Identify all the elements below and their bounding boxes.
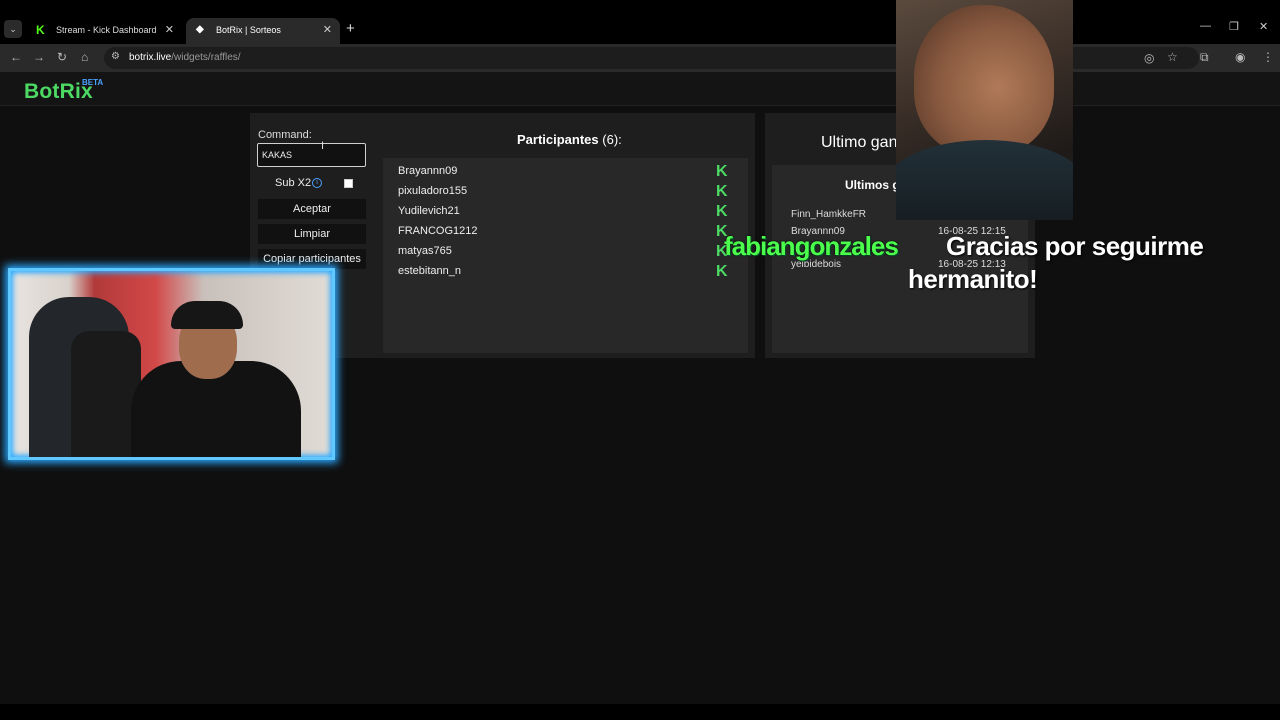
cap-shape (171, 301, 243, 329)
list-item[interactable]: pixuladoro155 K (398, 183, 738, 201)
participant-name: Yudilevich21 (398, 205, 460, 217)
bottom-bar (0, 704, 1280, 720)
command-label: Command: (258, 129, 312, 141)
site-header: BotRix BETA (0, 72, 1280, 106)
url-text: botrix.live/widgets/raffles/ (129, 52, 241, 63)
participant-name: estebitann_n (398, 265, 461, 277)
alert-follower-name: fabiangonzales (724, 231, 899, 261)
list-item[interactable]: estebitann_n K (398, 263, 738, 281)
participant-name: matyas765 (398, 245, 452, 257)
kick-logo-icon: K (716, 263, 728, 280)
webcam-overlay-left (8, 268, 335, 460)
close-tab-icon[interactable]: ✕ (165, 18, 174, 42)
close-window-icon[interactable]: ✕ (1259, 20, 1268, 33)
beta-badge: BETA (82, 78, 104, 87)
browser-toolbar: ← → ↻ ⌂ ⚙ botrix.live/widgets/raffles/ ◎… (0, 44, 1280, 72)
url-host: botrix.live (129, 52, 172, 63)
tab-botrix-sorteos[interactable]: ◆ BotRix | Sorteos ✕ (186, 18, 340, 44)
sub-x2-label: Sub X2 (275, 177, 312, 189)
last-winner-title: Ultimo gan (821, 134, 898, 151)
webcam-overlay-top (896, 0, 1073, 220)
kick-logo-icon: K (716, 183, 728, 200)
list-item[interactable]: Yudilevich21 K (398, 203, 738, 221)
list-item[interactable]: FRANCOG1212 K (398, 223, 738, 241)
kick-favicon-icon: K (36, 23, 45, 37)
restore-icon[interactable]: ❐ (1229, 20, 1239, 33)
bookmark-star-icon[interactable]: ☆ (1167, 50, 1178, 64)
new-tab-plus-icon[interactable]: + (346, 20, 355, 37)
alert-message-line2: hermanito! (908, 264, 1038, 294)
winner-name: Finn_HamkkeFR (791, 209, 867, 220)
url-path: /widgets/raffles/ (171, 52, 241, 63)
browser-tab-bar: ⌄ K Stream - Kick Dashboard ✕ ◆ BotRix |… (0, 0, 1280, 44)
command-input[interactable] (257, 143, 366, 167)
copy-participants-button[interactable]: Copiar participantes (258, 249, 366, 269)
info-icon[interactable]: i (312, 178, 322, 188)
list-item[interactable]: matyas765 K (398, 243, 738, 261)
participants-count: (6): (602, 132, 622, 147)
participants-title: Participantes (6): (517, 132, 622, 147)
minimize-icon[interactable]: — (1200, 20, 1211, 32)
close-tab-icon[interactable]: ✕ (323, 18, 332, 42)
list-item[interactable]: Brayannn09 K (398, 163, 738, 181)
participant-name: pixuladoro155 (398, 185, 468, 197)
botrix-favicon-icon: ◆ (196, 24, 204, 35)
reload-icon[interactable]: ↻ (57, 50, 67, 64)
last-winners-title: Ultimos g (845, 178, 900, 192)
participant-name: FRANCOG1212 (398, 225, 478, 237)
tab-title: Stream - Kick Dashboard (56, 25, 157, 35)
tab-list-chevron-icon[interactable]: ⌄ (4, 20, 22, 38)
alert-message-line1: Gracias por seguirme (946, 231, 1204, 261)
text-cursor-icon: I (321, 140, 325, 152)
clear-button[interactable]: Limpiar (258, 224, 366, 244)
sub-x2-checkbox[interactable] (344, 179, 353, 188)
accept-button[interactable]: Aceptar (258, 199, 366, 219)
participants-title-text: Participantes (517, 132, 599, 147)
back-arrow-icon[interactable]: ← (10, 50, 22, 64)
kick-logo-icon: K (716, 163, 728, 180)
tab-kick-dashboard[interactable]: K Stream - Kick Dashboard ✕ (26, 18, 182, 44)
eye-off-icon[interactable]: ◎ (1144, 51, 1154, 65)
site-info-icon[interactable]: ⚙ (111, 51, 120, 62)
profile-avatar-icon[interactable]: ◉ (1235, 50, 1245, 64)
forward-arrow-icon[interactable]: → (33, 50, 45, 64)
home-icon[interactable]: ⌂ (81, 50, 88, 64)
face-shape (914, 5, 1054, 155)
tab-title: BotRix | Sorteos (216, 25, 281, 35)
menu-dots-icon[interactable]: ⋮ (1262, 50, 1274, 64)
extensions-puzzle-icon[interactable]: ⧉ (1200, 50, 1209, 65)
participant-name: Brayannn09 (398, 165, 458, 177)
shirt-shape (896, 140, 1073, 220)
kick-logo-icon: K (716, 203, 728, 220)
